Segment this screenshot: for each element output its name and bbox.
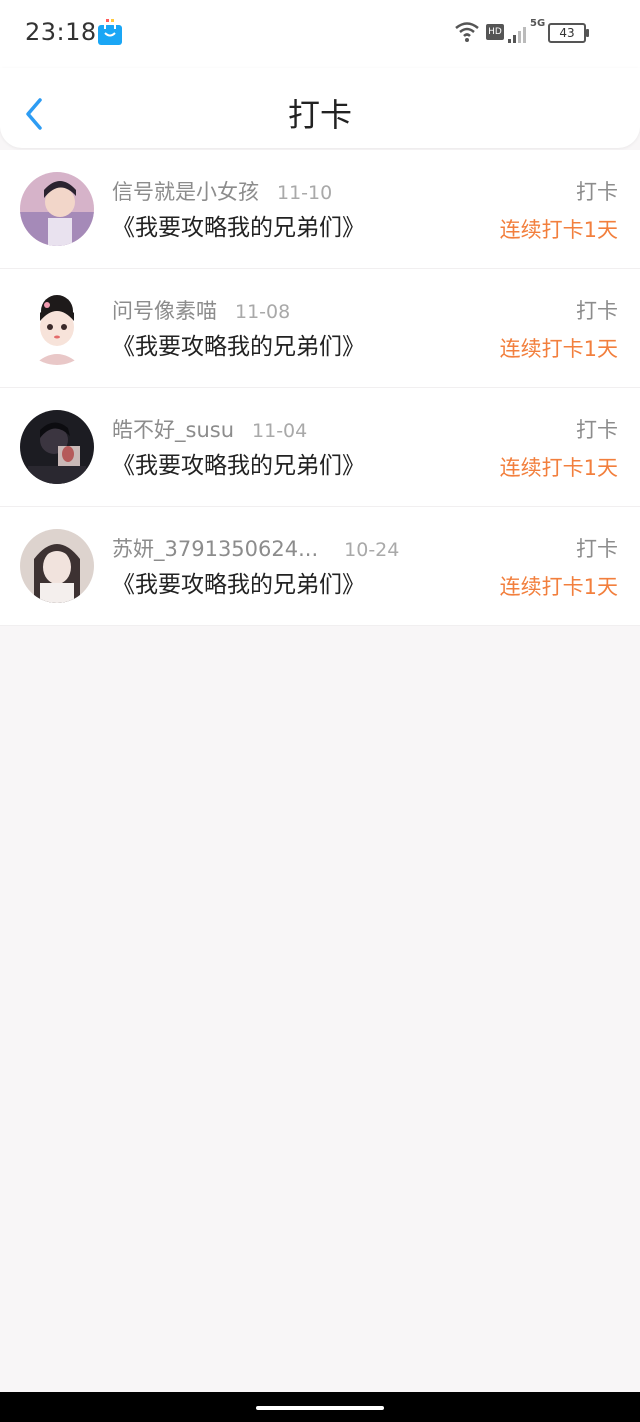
- action-label: 打卡: [576, 299, 618, 323]
- list-item[interactable]: 皓不好_susu 11-04 《我要攻略我的兄弟们》 打卡 连续打卡1天: [0, 388, 640, 507]
- streak-label: 连续打卡1天: [499, 218, 618, 242]
- hd-label: HD: [488, 27, 502, 37]
- list-item[interactable]: 信号就是小女孩 11-10 《我要攻略我的兄弟们》 打卡 连续打卡1天: [0, 150, 640, 269]
- name-line: 信号就是小女孩 11-10: [112, 176, 332, 204]
- book-title[interactable]: 《我要攻略我的兄弟们》: [112, 327, 365, 361]
- app-bag-icon: [98, 19, 122, 45]
- name-line: 皓不好_susu 11-04: [112, 414, 307, 442]
- battery-icon: 43: [548, 23, 586, 43]
- post-date: 11-08: [235, 301, 291, 323]
- post-date: 11-10: [277, 182, 333, 204]
- post-date: 11-04: [252, 420, 308, 442]
- avatar[interactable]: [20, 410, 94, 484]
- status-icons: HD 5G 43: [454, 18, 604, 46]
- user-name[interactable]: 问号像素喵: [112, 295, 217, 325]
- user-name[interactable]: 苏妍_3791350624...: [112, 533, 318, 563]
- book-title[interactable]: 《我要攻略我的兄弟们》: [112, 565, 365, 599]
- hd-icon: HD: [486, 24, 504, 40]
- home-indicator[interactable]: [256, 1406, 384, 1410]
- wifi-icon: [455, 22, 479, 42]
- signal-icon: [508, 27, 526, 43]
- action-label: 打卡: [576, 180, 618, 204]
- system-nav-bar: [0, 1392, 640, 1422]
- book-title[interactable]: 《我要攻略我的兄弟们》: [112, 208, 365, 242]
- list-item[interactable]: 问号像素喵 11-08 《我要攻略我的兄弟们》 打卡 连续打卡1天: [0, 269, 640, 388]
- streak-label: 连续打卡1天: [499, 575, 618, 599]
- page-title: 打卡: [287, 96, 352, 134]
- streak-label: 连续打卡1天: [499, 337, 618, 361]
- checkin-list: 信号就是小女孩 11-10 《我要攻略我的兄弟们》 打卡 连续打卡1天 问号像素…: [0, 150, 640, 626]
- post-date: 10-24: [344, 539, 400, 561]
- name-line: 问号像素喵 11-08: [112, 295, 290, 323]
- name-line: 苏妍_3791350624... 10-24: [112, 533, 399, 561]
- battery-level: 43: [559, 26, 575, 40]
- user-name[interactable]: 信号就是小女孩: [112, 176, 259, 206]
- status-time: 23:18: [25, 18, 97, 46]
- action-label: 打卡: [576, 537, 618, 561]
- user-name[interactable]: 皓不好_susu: [112, 414, 234, 444]
- list-item[interactable]: 苏妍_3791350624... 10-24 《我要攻略我的兄弟们》 打卡 连续…: [0, 507, 640, 626]
- battery-tip: [586, 29, 589, 37]
- action-label: 打卡: [576, 418, 618, 442]
- network-label: 5G: [530, 18, 546, 29]
- streak-label: 连续打卡1天: [499, 456, 618, 480]
- avatar[interactable]: [20, 529, 94, 603]
- status-bar: 23:18 HD 5G 43: [0, 0, 640, 68]
- book-title[interactable]: 《我要攻略我的兄弟们》: [112, 446, 365, 480]
- avatar[interactable]: [20, 172, 94, 246]
- avatar[interactable]: [20, 291, 94, 365]
- header-bar: 打卡: [0, 68, 640, 148]
